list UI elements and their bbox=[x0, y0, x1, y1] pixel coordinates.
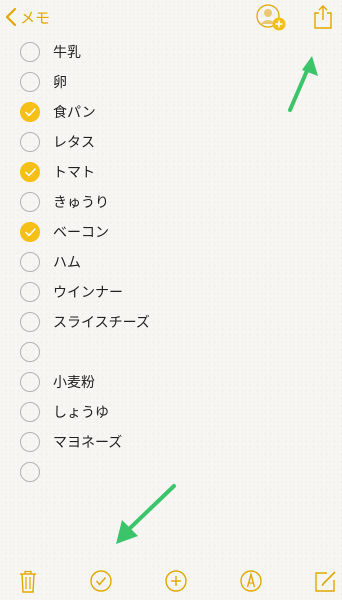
checklist-item: 卵 bbox=[0, 68, 342, 98]
checkmark-icon bbox=[25, 168, 36, 177]
checkbox[interactable] bbox=[20, 252, 40, 272]
annotation-arrow-bottom bbox=[116, 484, 176, 544]
checkmark-icon bbox=[25, 228, 36, 237]
checklist-item: マヨネーズ bbox=[0, 428, 342, 458]
checkmark-icon bbox=[25, 108, 36, 117]
checklist: 牛乳卵食パンレタストマトきゅうりベーコンハムウインナースライスチーズ 小麦粉しょう… bbox=[0, 38, 342, 488]
item-text[interactable]: マヨネーズ bbox=[53, 432, 122, 454]
checkbox[interactable] bbox=[20, 312, 40, 332]
share-icon bbox=[314, 5, 332, 29]
checkbox[interactable] bbox=[20, 282, 40, 302]
checkbox[interactable] bbox=[20, 222, 40, 242]
checklist-item: スライスチーズ bbox=[0, 308, 342, 338]
checkbox[interactable] bbox=[20, 402, 40, 422]
checkbox[interactable] bbox=[20, 72, 40, 92]
back-button[interactable]: メモ bbox=[4, 5, 50, 29]
add-icon bbox=[165, 570, 187, 592]
add-people-button[interactable] bbox=[255, 3, 287, 33]
checklist-icon bbox=[90, 570, 112, 592]
nav-bar: メモ bbox=[0, 0, 342, 36]
share-button[interactable] bbox=[312, 4, 334, 30]
item-text[interactable]: レタス bbox=[53, 132, 95, 154]
add-person-icon bbox=[256, 4, 286, 31]
checklist-button[interactable] bbox=[88, 568, 114, 594]
chevron-left-icon bbox=[5, 7, 17, 27]
item-text[interactable]: ウインナー bbox=[53, 282, 123, 304]
checkbox[interactable] bbox=[20, 342, 40, 362]
item-text[interactable]: トマト bbox=[53, 162, 95, 184]
item-text[interactable]: ハム bbox=[53, 252, 81, 274]
checkbox[interactable] bbox=[20, 132, 40, 152]
checkbox[interactable] bbox=[20, 432, 40, 452]
item-text[interactable]: 牛乳 bbox=[53, 42, 81, 64]
compose-icon bbox=[315, 571, 336, 592]
checkbox[interactable] bbox=[20, 192, 40, 212]
item-text[interactable]: きゅうり bbox=[53, 192, 109, 214]
bottom-toolbar bbox=[0, 560, 342, 600]
checklist-item: ベーコン bbox=[0, 218, 342, 248]
checklist-item: しょうゆ bbox=[0, 398, 342, 428]
checkbox[interactable] bbox=[20, 372, 40, 392]
checklist-item: 牛乳 bbox=[0, 38, 342, 68]
checkbox[interactable] bbox=[20, 462, 40, 482]
checklist-item: レタス bbox=[0, 128, 342, 158]
item-text[interactable]: 卵 bbox=[53, 72, 67, 94]
checklist-item: トマト bbox=[0, 158, 342, 188]
sketch-icon bbox=[240, 570, 262, 592]
checklist-item bbox=[0, 458, 342, 488]
sketch-button[interactable] bbox=[238, 568, 264, 594]
checklist-item: きゅうり bbox=[0, 188, 342, 218]
item-text[interactable]: 小麦粉 bbox=[53, 372, 95, 394]
trash-icon bbox=[20, 570, 36, 593]
checklist-item: ウインナー bbox=[0, 278, 342, 308]
add-button[interactable] bbox=[163, 568, 189, 594]
delete-button[interactable] bbox=[15, 568, 41, 594]
checklist-item bbox=[0, 338, 342, 368]
item-text[interactable]: スライスチーズ bbox=[53, 312, 150, 334]
checklist-item: 食パン bbox=[0, 98, 342, 128]
item-text[interactable]: ベーコン bbox=[53, 222, 109, 244]
back-label: メモ bbox=[20, 8, 51, 27]
checkbox[interactable] bbox=[20, 162, 40, 182]
item-text[interactable]: しょうゆ bbox=[53, 402, 109, 424]
checkbox[interactable] bbox=[20, 102, 40, 122]
item-text[interactable]: 食パン bbox=[53, 102, 96, 124]
checklist-item: ハム bbox=[0, 248, 342, 278]
compose-button[interactable] bbox=[313, 568, 339, 594]
checkbox[interactable] bbox=[20, 42, 40, 62]
checklist-item: 小麦粉 bbox=[0, 368, 342, 398]
